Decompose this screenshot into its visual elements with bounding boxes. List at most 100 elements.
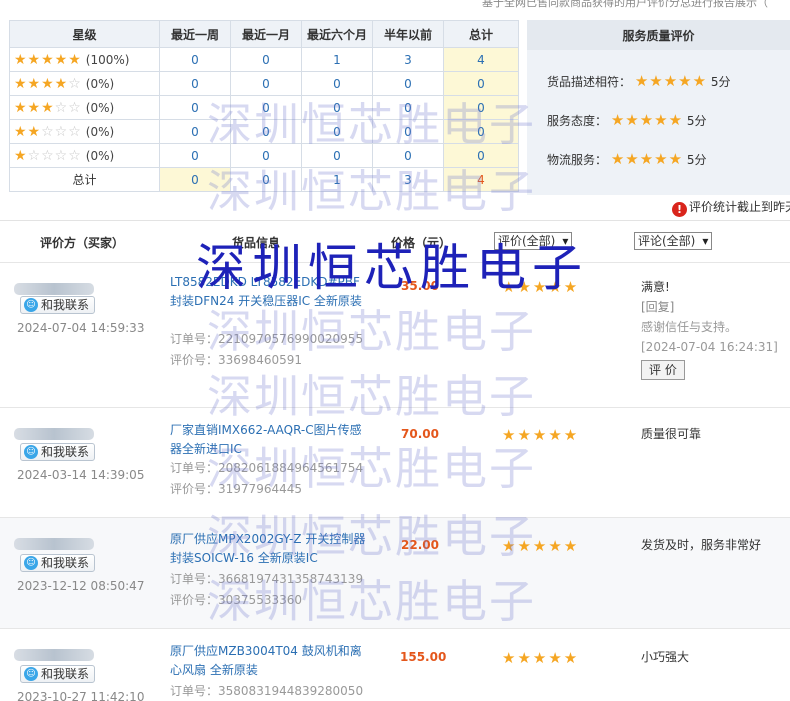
stat-cell: 0 — [230, 143, 302, 168]
chat-icon: ☺ — [24, 667, 38, 681]
top-note: 基于全网已售同款商品获得的用户评价分总进行报告展示（ — [482, 0, 768, 9]
cutoff-text: 评价统计截止到昨天 — [689, 200, 790, 214]
review-comment: 质量很可靠 — [641, 424, 701, 444]
order-number: 订单号：3580831944839280050 — [170, 684, 364, 698]
star-rating-icon: ★★★★★ — [610, 111, 684, 129]
total-cell: 0 — [230, 167, 302, 192]
service-label: 服务态度： — [547, 114, 608, 128]
service-quality-title: 服务质量评价 — [527, 20, 790, 50]
contact-button[interactable]: ☺ 和我联系 — [20, 554, 96, 572]
star-rating-icon: ★★★★★ — [14, 51, 82, 68]
stat-cell: 0 — [372, 71, 444, 96]
grand-total-cell: 4 — [443, 167, 519, 192]
buyer-name-blurred — [14, 649, 94, 661]
cutoff-note: ! 评价统计截止到昨天 — [672, 198, 790, 217]
service-label: 物流服务： — [547, 153, 608, 167]
comment-filter-select[interactable]: 评论(全部) — [634, 232, 713, 250]
stat-total-cell: 0 — [443, 119, 519, 144]
service-label: 货品描述相符： — [547, 75, 632, 89]
stat-cell: 0 — [372, 95, 444, 120]
stats-row-3-star: ★★★☆☆ (0%) 0 0 0 0 0 — [9, 95, 519, 120]
star-empty-icon: ☆☆ — [54, 99, 82, 116]
review-row: ☺ 和我联系 2023-10-27 11:42:10 原厂供应MZB3004T04… — [0, 628, 790, 701]
review-date: 2023-12-12 08:50:47 — [17, 579, 145, 593]
star-empty-icon: ☆☆☆ — [41, 123, 82, 140]
product-link[interactable]: 厂家直销IMX662-AAQR-C图片传感器全新进口IC — [170, 421, 370, 459]
service-quality-panel: 服务质量评价 货品描述相符： ★★★★★ 5分 服务态度： ★★★★★ 5分 物… — [527, 20, 790, 195]
review-stars: ★★★★★ — [502, 537, 579, 555]
stat-total-cell: 4 — [443, 47, 519, 72]
product-link[interactable]: 原厂供应MPX2002GY-Z 开关控制器 封装SOICW-16 全新原装IC — [170, 530, 370, 568]
stat-total-cell: 0 — [443, 143, 519, 168]
order-number: 订单号：3668197431358743139 — [170, 572, 364, 586]
review-date: 2024-07-04 14:59:33 — [17, 321, 145, 335]
star-level: ★★★☆☆ (0%) — [9, 95, 160, 120]
eval-number: 评价号：33698460591 — [170, 353, 302, 367]
comment-text: 满意! — [641, 280, 670, 294]
stat-cell: 0 — [159, 143, 231, 168]
review-date: 2024-03-14 14:39:05 — [17, 468, 145, 482]
pct: (0%) — [85, 148, 115, 163]
stat-total-cell: 0 — [443, 71, 519, 96]
col-older: 半年以前 — [372, 20, 444, 48]
stat-cell: 0 — [301, 143, 373, 168]
contact-button[interactable]: ☺ 和我联系 — [20, 443, 96, 461]
star-rating-icon: ★ — [14, 147, 28, 164]
service-score: 5分 — [686, 114, 707, 128]
pct: (0%) — [85, 100, 115, 115]
chat-icon: ☺ — [24, 556, 38, 570]
stat-cell: 0 — [230, 119, 302, 144]
review-date: 2023-10-27 11:42:10 — [17, 690, 145, 701]
star-rating-icon: ★★★★★ — [502, 426, 580, 444]
comment-text: 小巧强大 — [641, 650, 690, 664]
star-rating-icon: ★★★★ — [14, 75, 69, 92]
buyer-name-blurred — [14, 538, 94, 550]
total-label: 总计 — [9, 167, 160, 192]
review-comment: 满意! [回复] 感谢信任与支持。 [2024-07-04 16:24:31] … — [641, 277, 778, 380]
stat-cell: 1 — [301, 47, 373, 72]
stats-row-2-star: ★★☆☆☆ (0%) 0 0 0 0 0 — [9, 119, 519, 144]
eval-number: 评价号：30375533360 — [170, 593, 302, 607]
stats-row-1-star: ★☆☆☆☆ (0%) 0 0 0 0 0 — [9, 143, 519, 168]
stat-cell: 0 — [230, 47, 302, 72]
buyer-name-blurred — [14, 428, 94, 440]
comment-text: 质量很可靠 — [641, 427, 702, 441]
price: 22.00 — [401, 538, 439, 552]
contact-label: 和我联系 — [41, 445, 90, 459]
product-link[interactable]: 原厂供应MZB3004T04 鼓风机和离心风扇 全新原装 — [170, 642, 370, 680]
stats-header-row: 星级 最近一周 最近一月 最近六个月 半年以前 总计 — [9, 20, 519, 48]
stat-cell: 0 — [230, 71, 302, 96]
reply-link[interactable]: [回复] — [641, 297, 778, 317]
col-six-months: 最近六个月 — [301, 20, 373, 48]
service-item-attitude: 服务态度： ★★★★★ 5分 — [547, 111, 707, 129]
chat-icon: ☺ — [24, 445, 38, 459]
star-rating-icon: ★★ — [14, 123, 42, 140]
stat-cell: 0 — [159, 95, 231, 120]
stat-cell: 3 — [372, 47, 444, 72]
star-rating-icon: ★★★★★ — [634, 72, 708, 90]
col-rater: 评价方（买家） — [40, 236, 125, 250]
watermark-bold: 深圳恒芯胜电子 — [196, 239, 588, 297]
stats-total-row: 总计 0 0 1 3 4 — [9, 167, 519, 192]
stat-cell: 0 — [159, 119, 231, 144]
star-level: ★★☆☆☆ (0%) — [9, 119, 160, 144]
star-rating-icon: ★★★★★ — [502, 537, 580, 555]
stat-cell: 0 — [159, 47, 231, 72]
price: 155.00 — [400, 650, 447, 664]
order-number: 订单号：2082061884964561754 — [170, 461, 364, 475]
contact-button[interactable]: ☺ 和我联系 — [20, 296, 96, 314]
stat-cell: 0 — [159, 71, 231, 96]
star-rating-icon: ★★★★★ — [610, 150, 684, 168]
col-week: 最近一周 — [159, 20, 231, 48]
stat-cell: 0 — [301, 71, 373, 96]
review-stars: ★★★★★ — [502, 426, 579, 444]
stats-row-4-star: ★★★★☆ (0%) 0 0 0 0 0 — [9, 71, 519, 96]
col-month: 最近一月 — [230, 20, 302, 48]
star-level: ★☆☆☆☆ (0%) — [9, 143, 160, 168]
contact-button[interactable]: ☺ 和我联系 — [20, 665, 96, 683]
review-row: ☺ 和我联系 2024-03-14 14:39:05 厂家直销IMX662-AAQ… — [0, 407, 790, 517]
evaluate-button[interactable]: 评 价 — [641, 360, 685, 380]
pct: (100%) — [85, 52, 130, 67]
buyer-name-blurred — [14, 283, 94, 295]
star-level: ★★★★★ (100%) — [9, 47, 160, 72]
